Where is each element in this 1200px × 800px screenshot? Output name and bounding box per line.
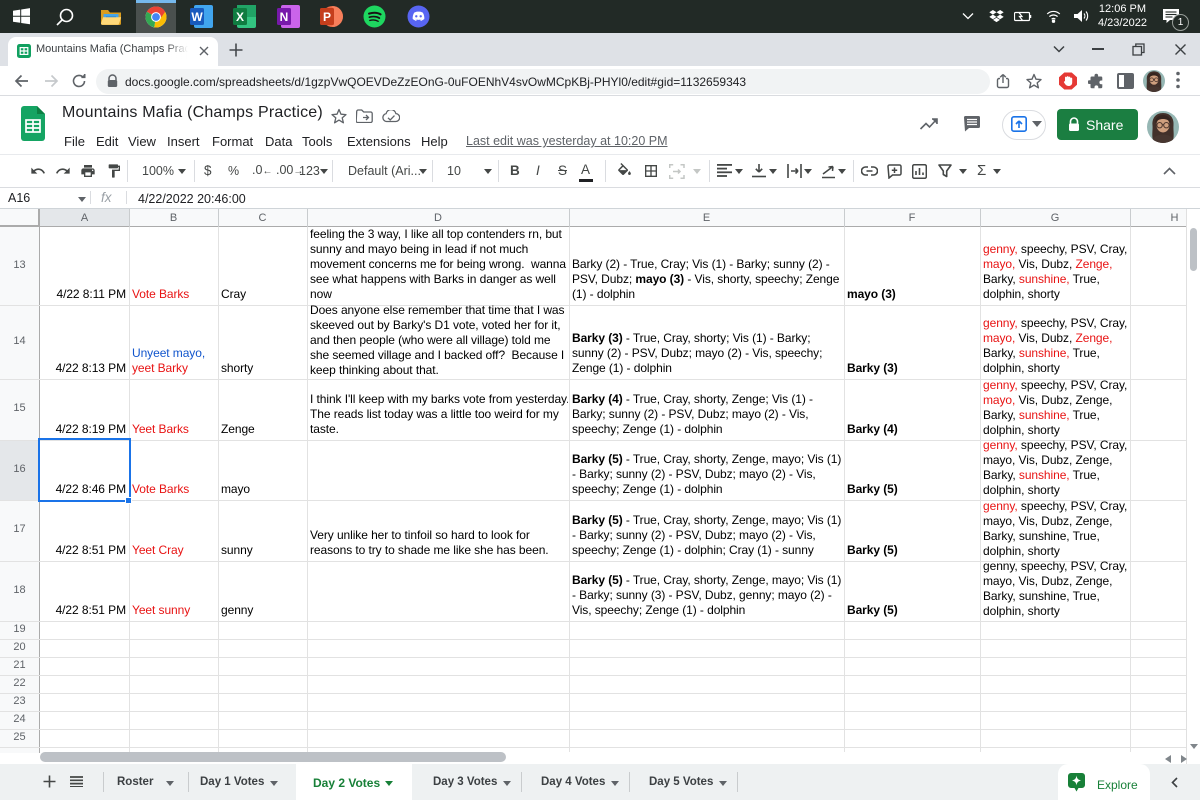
svg-text:X: X [236,10,244,24]
svg-text:N: N [280,10,289,24]
svg-text:P: P [323,10,331,24]
svg-text:W: W [191,10,203,24]
